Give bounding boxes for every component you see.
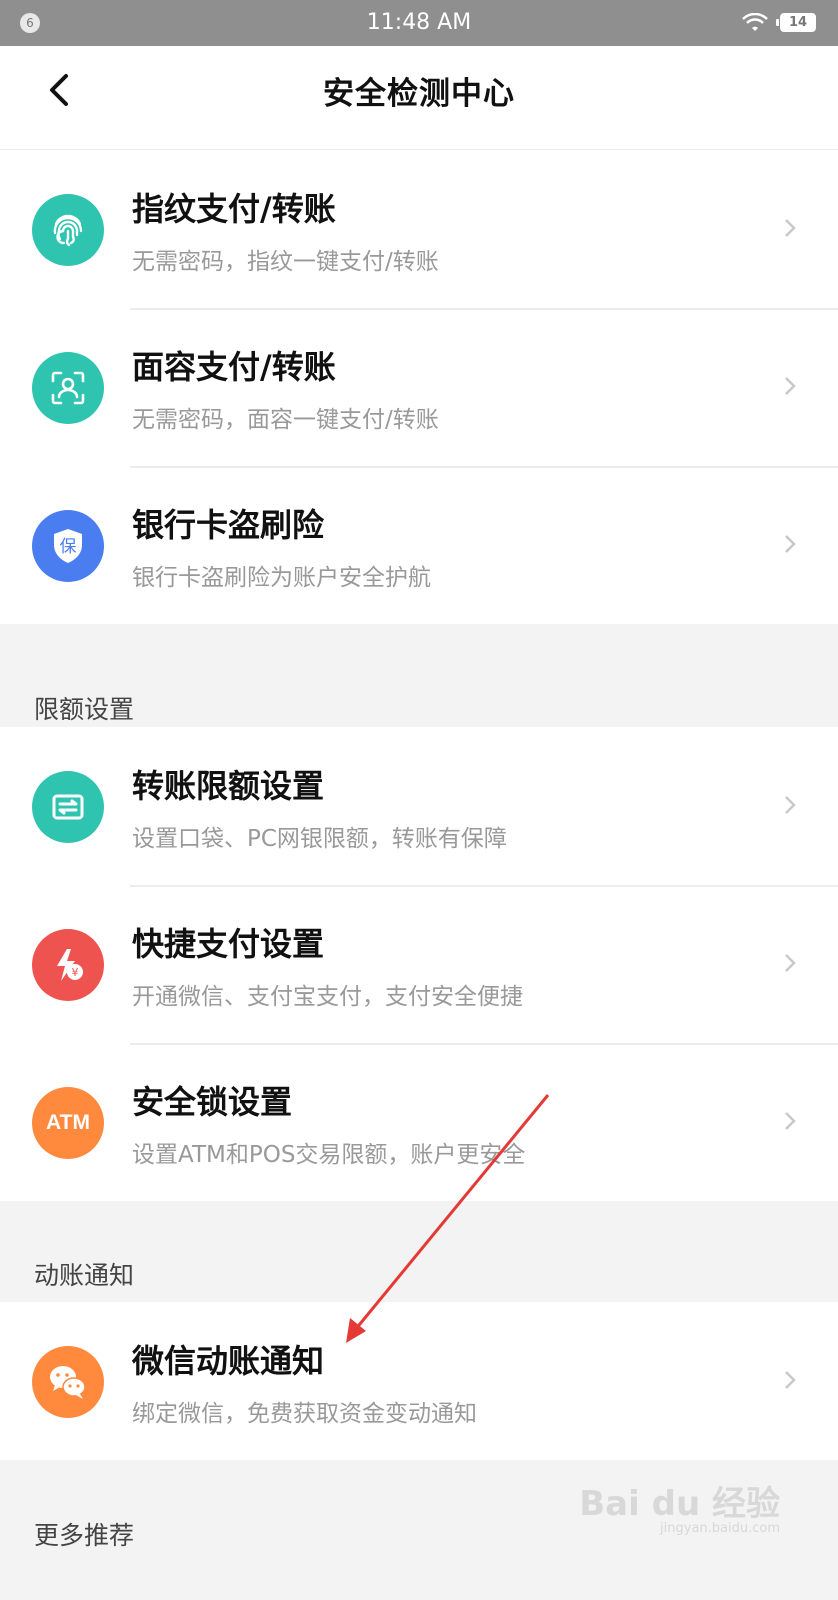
item-title: 面容支付/转账 (132, 348, 336, 386)
list-item-transfer-limit[interactable]: 转账限额设置 设置口袋、PC网银限额，转账有保障 (0, 727, 838, 885)
item-subtitle: 设置口袋、PC网银限额，转账有保障 (132, 826, 507, 852)
section-label-limits: 限额设置 (34, 695, 135, 724)
item-title: 快捷支付设置 (132, 925, 325, 963)
item-title: 转账限额设置 (132, 767, 325, 805)
list-item-face-pay[interactable]: 面容支付/转账 无需密码，面容一键支付/转账 (0, 308, 838, 466)
atm-icon: ATM (32, 1087, 104, 1159)
chevron-right-icon (785, 796, 796, 814)
item-subtitle: 开通微信、支付宝支付，支付安全便捷 (132, 984, 523, 1010)
shield-icon: 保 (32, 510, 104, 582)
chevron-right-icon (785, 535, 796, 553)
svg-text:¥: ¥ (72, 966, 79, 979)
status-bar: 6 11:48 AM 14 (0, 0, 838, 46)
list-item-fingerprint-pay[interactable]: 指纹支付/转账 无需密码，指纹一键支付/转账 (0, 150, 838, 308)
item-subtitle: 无需密码，面容一键支付/转账 (132, 407, 439, 433)
section-label-more: 更多推荐 (34, 1521, 135, 1550)
chevron-right-icon (785, 954, 796, 972)
face-id-icon (32, 352, 104, 424)
item-subtitle: 银行卡盗刷险为账户安全护航 (132, 565, 431, 591)
atm-icon-label: ATM (46, 1111, 90, 1134)
item-subtitle: 无需密码，指纹一键支付/转账 (132, 249, 439, 275)
chevron-right-icon (785, 1112, 796, 1130)
item-title: 微信动账通知 (132, 1342, 325, 1380)
chevron-right-icon (785, 377, 796, 395)
wechat-icon (32, 1346, 104, 1418)
page-title: 安全检测中心 (323, 76, 515, 112)
item-title: 安全锁设置 (132, 1083, 293, 1121)
baidu-jingyan-watermark: Bai du 经验 jingyan.baidu.com (579, 1476, 780, 1536)
item-subtitle: 绑定微信，免费获取资金变动通知 (132, 1401, 477, 1427)
quick-pay-icon: ¥ (32, 929, 104, 1001)
list-item-quick-pay[interactable]: ¥ 快捷支付设置 开通微信、支付宝支付，支付安全便捷 (0, 885, 838, 1043)
section-label-notify: 动账通知 (34, 1261, 135, 1290)
chevron-right-icon (785, 219, 796, 237)
list-item-wechat-notify[interactable]: 微信动账通知 绑定微信，免费获取资金变动通知 (0, 1302, 838, 1460)
notify-group: 微信动账通知 绑定微信，免费获取资金变动通知 (0, 1302, 838, 1460)
item-subtitle: 设置ATM和POS交易限额，账户更安全 (132, 1142, 526, 1168)
shield-icon-label: 保 (60, 537, 77, 557)
transfer-icon (32, 771, 104, 843)
status-time: 11:48 AM (366, 10, 472, 35)
limits-group: 转账限额设置 设置口袋、PC网银限额，转账有保障 ¥ 快捷支付设置 开通微信、支… (0, 727, 838, 1201)
fingerprint-icon (32, 194, 104, 266)
watermark-brand: Bai du 经验 (579, 1484, 780, 1524)
item-title: 指纹支付/转账 (132, 190, 336, 228)
payment-group: 指纹支付/转账 无需密码，指纹一键支付/转账 面容支付/转账 无需密码，面容一键… (0, 150, 838, 624)
wifi-icon (742, 13, 768, 31)
battery-icon: 14 (776, 13, 816, 32)
list-item-security-lock[interactable]: ATM 安全锁设置 设置ATM和POS交易限额，账户更安全 (0, 1043, 838, 1201)
nav-bar: 安全检测中心 (0, 46, 838, 150)
item-title: 银行卡盗刷险 (132, 506, 325, 544)
list-item-card-insurance[interactable]: 保 银行卡盗刷险 银行卡盗刷险为账户安全护航 (0, 466, 838, 624)
chevron-right-icon (785, 1371, 796, 1389)
